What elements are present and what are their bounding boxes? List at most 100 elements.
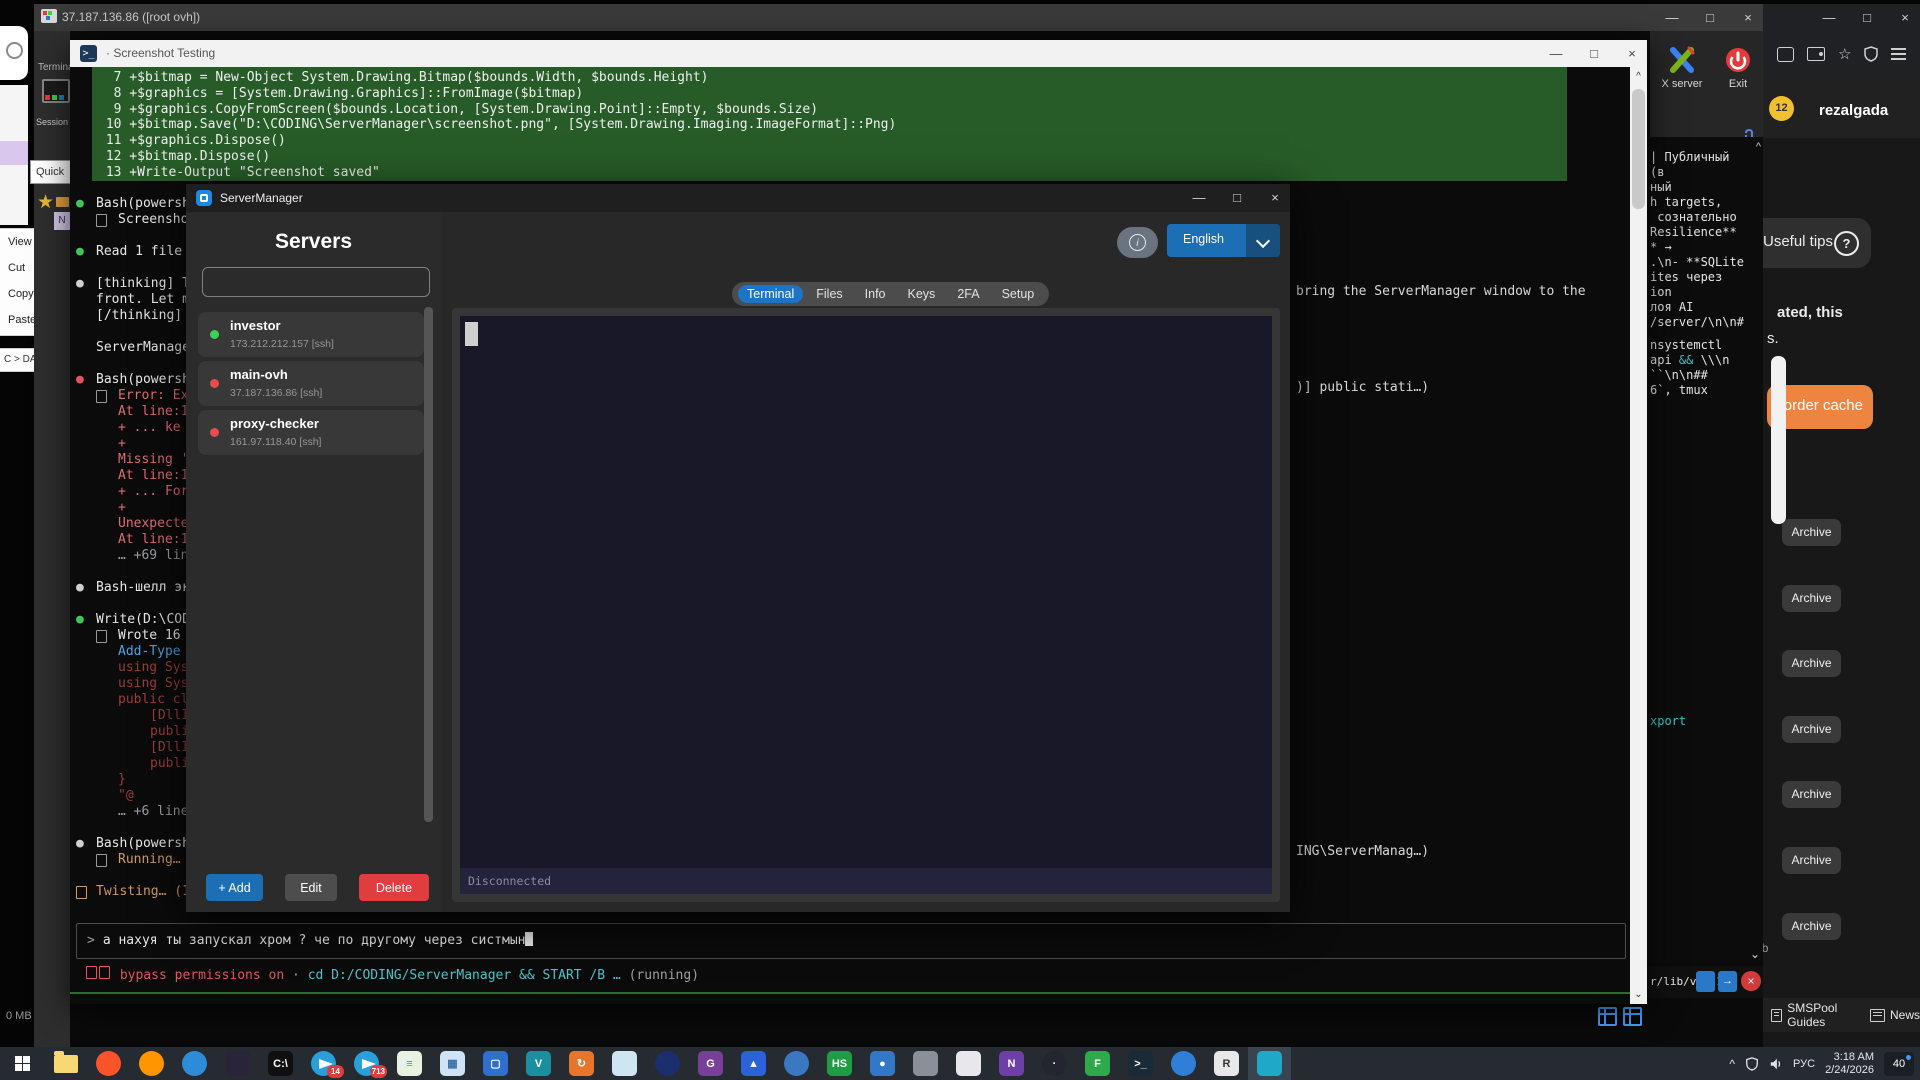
window-titlebar[interactable]: >_ · Screenshot Testing — □ × — [70, 40, 1647, 67]
archive-button[interactable]: Archive — [1782, 847, 1841, 874]
ssh-terminal[interactable]: Disconnected — [460, 316, 1272, 894]
taskbar-app-chat-blue[interactable] — [1162, 1047, 1205, 1080]
maximize-icon[interactable]: □ — [1230, 190, 1244, 205]
clock[interactable]: 3:18 AM 2/24/2026 — [1825, 1051, 1874, 1077]
archive-button[interactable]: Archive — [1782, 913, 1841, 940]
statusbar-button-arrow[interactable]: → — [1718, 971, 1737, 992]
news-link[interactable]: News — [1870, 1008, 1920, 1022]
taskbar-app-phone-sync[interactable]: ↻ — [560, 1047, 603, 1080]
taskbar-app-spider-blue[interactable] — [775, 1047, 818, 1080]
taskbar-app-teal-app[interactable]: V — [517, 1047, 560, 1080]
tab-keys[interactable]: Keys — [899, 285, 945, 303]
archive-button[interactable]: Archive — [1782, 585, 1841, 612]
minimize-icon[interactable]: — — [1822, 10, 1836, 25]
taskbar-app-powershell[interactable]: >_ — [1119, 1047, 1162, 1080]
prompt-input[interactable]: >а нахуя ты запускал хром ? че по другом… — [76, 923, 1626, 959]
language-dropdown[interactable]: English — [1167, 224, 1280, 257]
servermanager-titlebar[interactable]: ServerManager — □ × — [186, 184, 1290, 212]
security-shield-icon[interactable] — [1745, 1057, 1759, 1071]
close-icon[interactable]: × — [1625, 46, 1639, 61]
menu-terminal[interactable]: Termina — [38, 62, 74, 73]
taskbar-app-blue-window[interactable]: ▢ — [474, 1047, 517, 1080]
tab-setup[interactable]: Setup — [993, 285, 1044, 303]
taskbar-app-r-doc[interactable]: R — [1205, 1047, 1248, 1080]
archive-button[interactable]: Archive — [1782, 781, 1841, 808]
grid-icon[interactable] — [1623, 1007, 1642, 1026]
close-icon[interactable]: × — [1268, 190, 1282, 205]
folder-icon[interactable] — [56, 197, 69, 207]
taskbar-app-telegram-2[interactable]: 713 — [345, 1047, 388, 1080]
taskbar-app-white-app[interactable] — [947, 1047, 990, 1080]
start-button[interactable] — [0, 1047, 44, 1080]
statusbar-close-button[interactable]: × — [1741, 971, 1761, 991]
taskbar-app-hs-green[interactable]: HS — [818, 1047, 861, 1080]
bookmark-star-icon[interactable]: ☆ — [1838, 45, 1851, 63]
taskbar-app-brave[interactable] — [87, 1047, 130, 1080]
taskbar-app-thunderbird[interactable] — [173, 1047, 216, 1080]
scroll-down-icon[interactable]: ⌄ — [1630, 989, 1647, 1000]
taskbar-app-notes[interactable]: ≡ — [388, 1047, 431, 1080]
shield-icon[interactable] — [1864, 46, 1878, 62]
mobaxterm-titlebar[interactable]: 37.187.136.86 ([root ovh]) — □ × — [34, 4, 1763, 31]
taskbar-app-glass-pane[interactable] — [603, 1047, 646, 1080]
taskbar-app-telegram[interactable]: 14 — [302, 1047, 345, 1080]
statusbar-button-1[interactable] — [1696, 971, 1715, 992]
grid-icon[interactable] — [1598, 1007, 1617, 1026]
server-list-item[interactable]: proxy-checker161.97.118.40 [ssh] — [198, 410, 424, 455]
scroll-down-icon[interactable]: ⌄ — [1750, 947, 1760, 961]
close-icon[interactable]: × — [1741, 10, 1755, 25]
session-icon[interactable] — [42, 79, 70, 103]
exit-button[interactable]: Exit — [1718, 45, 1758, 90]
server-list-item[interactable]: investor173.212.212.157 [ssh] — [198, 312, 424, 357]
maximize-icon[interactable]: □ — [1703, 10, 1717, 25]
tab-icon[interactable] — [1777, 47, 1794, 62]
taskbar-app-calculator[interactable]: ▦ — [431, 1047, 474, 1080]
archive-button[interactable]: Archive — [1782, 650, 1841, 677]
server-list-scrollbar[interactable] — [424, 307, 433, 822]
scroll-strip[interactable] — [1771, 356, 1786, 524]
delete-server-button[interactable]: Delete — [359, 874, 429, 901]
taskbar-app-gray-app[interactable] — [904, 1047, 947, 1080]
server-search-input[interactable] — [202, 267, 430, 297]
taskbar-app-ghost-dark[interactable]: · — [1033, 1047, 1076, 1080]
tray-chevron-up-icon[interactable]: ^ — [1729, 1057, 1735, 1071]
tab-files[interactable]: Files — [807, 285, 851, 303]
wallet-icon[interactable] — [1807, 47, 1825, 61]
mobaxterm-terminal-column[interactable]: ^ | Публичный(вныйh targets, сознательно… — [1647, 137, 1763, 962]
menu-hamburger-icon[interactable] — [1891, 48, 1906, 60]
taskbar-app-dark-app[interactable] — [216, 1047, 259, 1080]
taskbar-app-swirl-db[interactable] — [646, 1047, 689, 1080]
taskbar-app-teal-active[interactable] — [1248, 1047, 1291, 1080]
notification-center[interactable]: 40 — [1884, 1052, 1914, 1076]
scrollbar[interactable]: ^ ⌄ — [1630, 67, 1647, 1004]
tab-info[interactable]: Info — [856, 285, 895, 303]
edit-server-button[interactable]: Edit — [285, 874, 337, 901]
tab-2fa[interactable]: 2FA — [948, 285, 988, 303]
browser-titlebar[interactable]: — □ × — [1763, 4, 1920, 30]
scroll-up-icon[interactable]: ^ — [1630, 71, 1647, 82]
close-icon[interactable]: × — [1898, 10, 1912, 25]
minimize-icon[interactable]: — — [1192, 190, 1206, 205]
archive-button[interactable]: Archive — [1782, 716, 1841, 743]
scrollbar-thumb[interactable] — [1632, 89, 1645, 209]
chat-header[interactable]: 12 rezalgada — [1763, 78, 1920, 138]
taskbar-app-cmd[interactable]: C:\ — [259, 1047, 302, 1080]
taskbar-app-firefox[interactable] — [130, 1047, 173, 1080]
minimize-icon[interactable]: — — [1549, 46, 1563, 61]
dropdown-chevron[interactable] — [1246, 224, 1280, 257]
taskbar-app-notepad-purple[interactable]: N — [990, 1047, 1033, 1080]
server-list-item[interactable]: main-ovh37.187.136.86 [ssh] — [198, 361, 424, 406]
maximize-icon[interactable]: □ — [1587, 46, 1601, 61]
minimize-icon[interactable]: — — [1665, 10, 1679, 25]
taskbar-app-camera-blue[interactable]: ● — [861, 1047, 904, 1080]
maximize-icon[interactable]: □ — [1860, 10, 1874, 25]
tab-terminal[interactable]: Terminal — [738, 285, 803, 303]
scroll-up-icon[interactable]: ^ — [1756, 141, 1761, 153]
favorites-star-icon[interactable]: ★ — [37, 191, 54, 214]
language-indicator[interactable]: РУС — [1793, 1058, 1815, 1070]
taskbar-app-photos[interactable]: ▲ — [732, 1047, 775, 1080]
archive-button[interactable]: Archive — [1782, 519, 1841, 546]
useful-tips-button[interactable]: Useful tips ? — [1763, 218, 1871, 268]
xserver-button[interactable]: X server — [1656, 45, 1708, 90]
speaker-icon[interactable] — [1769, 1057, 1783, 1071]
